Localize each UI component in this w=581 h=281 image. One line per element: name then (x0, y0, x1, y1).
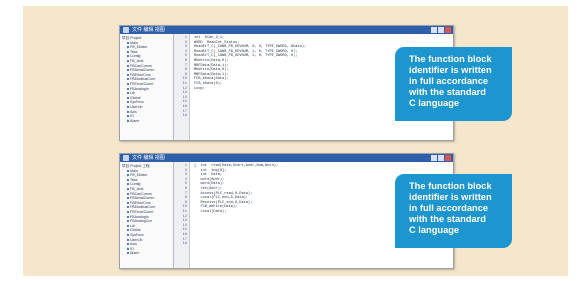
callout-text-line: with the standard (409, 214, 486, 224)
maximize-icon[interactable] (438, 155, 444, 161)
callout-box: The function block identifier is written i… (395, 174, 512, 248)
line-number: 18 (182, 242, 187, 247)
callout-text-line: C language (409, 98, 460, 108)
callout-text-line: in full accordance (409, 203, 489, 213)
close-icon[interactable] (445, 155, 451, 161)
window-title: 文件 编辑 视图 (132, 27, 165, 33)
project-tree: 项目 Project 工程 Main FB_Motion Task Config FB_A… (120, 162, 174, 268)
line-number-gutter: 1 2 3 4 5 6 7 8 9 10 11 12 13 14 15 16 17 18 (174, 34, 190, 140)
app-icon (123, 27, 129, 33)
tree-item[interactable]: Alarm (122, 119, 173, 124)
content-panel: 文件 编辑 视图 项目 Project Main FB_Motion Task Conf… (23, 6, 568, 276)
line-number: 18 (182, 114, 187, 119)
callout-box: The function block identifier is written i… (395, 47, 512, 121)
callout-text-line: The function block (409, 181, 492, 191)
minimize-icon[interactable] (431, 27, 437, 33)
maximize-icon[interactable] (438, 27, 444, 33)
callout-text-line: identifier is written (409, 65, 492, 75)
project-tree: 项目 Project Main FB_Motion Task Config FB_Axis… (120, 34, 174, 140)
window-title-bar: 文件 编辑 视图 (120, 26, 453, 34)
callout-text-line: C language (409, 225, 460, 235)
minimize-icon[interactable] (431, 155, 437, 161)
callout-text-line: identifier is written (409, 192, 492, 202)
callout-text-line: with the standard (409, 87, 486, 97)
close-icon[interactable] (445, 27, 451, 33)
window-title: 文件 编辑 视图 (132, 155, 165, 161)
tree-item[interactable]: Alarm (122, 251, 173, 256)
line-number-gutter: 1 2 3 4 5 6 7 8 9 10 11 12 13 14 15 16 17 18 (174, 162, 190, 268)
callout-text-line: in full accordance (409, 76, 489, 86)
window-title-bar: 文件 编辑 视图 (120, 154, 453, 162)
app-icon (123, 155, 129, 161)
callout-text-line: The function block (409, 54, 492, 64)
